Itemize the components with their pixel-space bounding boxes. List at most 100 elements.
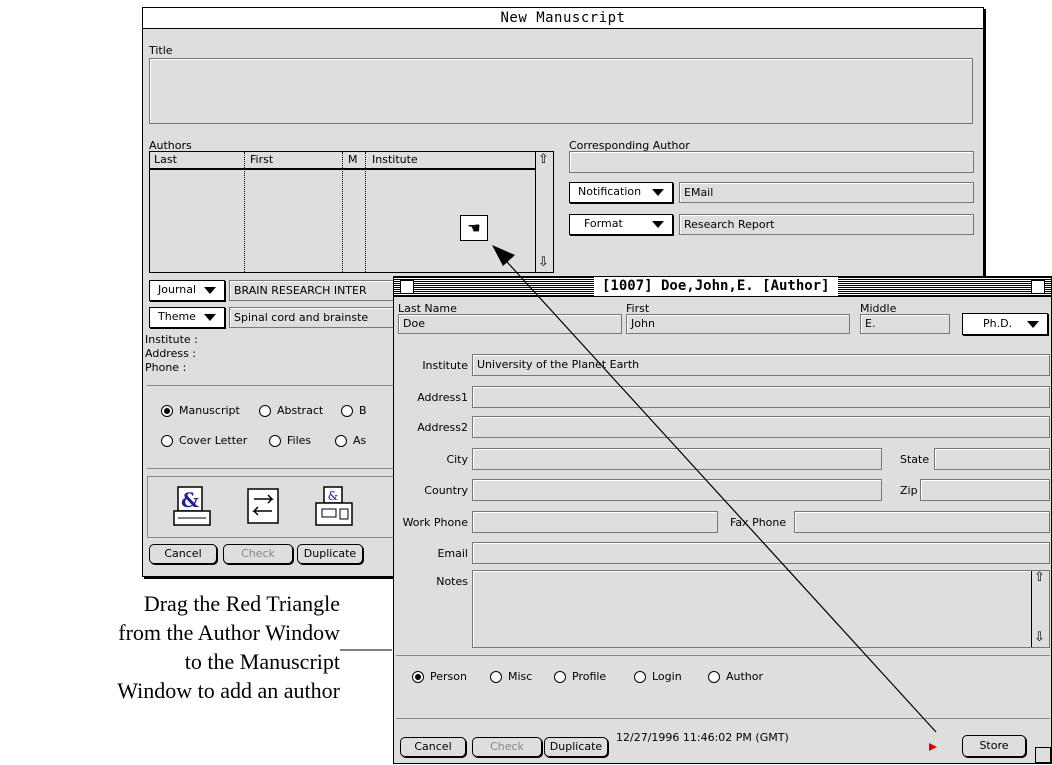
- format-popup[interactable]: Format: [569, 214, 673, 235]
- country-field[interactable]: [472, 479, 882, 501]
- column-divider: [342, 152, 343, 272]
- author-type-radio-group: Person Misc Profile Login Author: [396, 655, 1050, 719]
- notes-label: Notes: [436, 575, 468, 588]
- theme-popup[interactable]: Theme: [149, 307, 225, 328]
- city-field[interactable]: [472, 448, 882, 470]
- work-phone-field[interactable]: [472, 511, 718, 533]
- svg-text:&: &: [181, 488, 199, 512]
- caption-line-4: Window to add an author: [117, 678, 340, 703]
- city-label: City: [446, 453, 468, 466]
- timestamp: 12/27/1996 11:46:02 PM (GMT): [616, 731, 789, 744]
- radio-author[interactable]: Author: [708, 670, 763, 684]
- author-duplicate-button[interactable]: Duplicate: [544, 737, 608, 757]
- radio-b[interactable]: B: [341, 404, 367, 418]
- radio-person-label: Person: [430, 670, 467, 683]
- radio-manuscript[interactable]: Manuscript: [161, 404, 240, 418]
- radio-selected-icon: [161, 405, 173, 417]
- hand-cursor-icon: ☚: [460, 215, 488, 241]
- authors-scrollbar[interactable]: ⇧ ⇩: [535, 152, 553, 272]
- zoom-box-icon[interactable]: [1031, 280, 1045, 294]
- radio-empty-icon: [341, 405, 353, 417]
- chevron-down-icon: [204, 287, 216, 294]
- radio-empty-icon: [161, 435, 173, 447]
- degree-popup[interactable]: Ph.D.: [962, 313, 1048, 335]
- notes-scrollbar[interactable]: ⇧ ⇩: [1031, 571, 1049, 647]
- degree-popup-label: Ph.D.: [983, 317, 1013, 330]
- radio-author-label: Author: [726, 670, 764, 683]
- ampersand-printer-icon: &: [173, 486, 211, 526]
- fax-phone-field[interactable]: [794, 511, 1050, 533]
- radio-abstract[interactable]: Abstract: [259, 404, 323, 418]
- author-check-button[interactable]: Check: [472, 737, 542, 757]
- radio-cover-letter[interactable]: Cover Letter: [161, 434, 247, 448]
- chevron-down-icon: [1027, 321, 1039, 328]
- radio-person[interactable]: Person: [412, 670, 467, 684]
- radio-profile[interactable]: Profile: [554, 670, 606, 684]
- middle-name-field[interactable]: E.: [860, 314, 950, 334]
- transfer-arrows-icon: [247, 488, 279, 524]
- format-popup-label: Format: [584, 217, 623, 230]
- state-field[interactable]: [934, 448, 1050, 470]
- grow-box-icon[interactable]: [1035, 747, 1051, 763]
- radio-files[interactable]: Files: [269, 434, 311, 448]
- radio-login[interactable]: Login: [634, 670, 682, 684]
- state-label: State: [900, 453, 930, 466]
- manuscript-cancel-button[interactable]: Cancel: [149, 544, 217, 564]
- scroll-down-arrow-icon[interactable]: ⇩: [538, 256, 549, 270]
- column-m[interactable]: M: [348, 153, 358, 166]
- scroll-up-arrow-icon[interactable]: ⇧: [1034, 571, 1045, 587]
- close-box-icon[interactable]: [400, 280, 414, 294]
- email-field[interactable]: [472, 542, 1050, 564]
- notification-value-field[interactable]: EMail: [679, 182, 974, 203]
- manuscript-duplicate-button[interactable]: Duplicate: [297, 544, 363, 564]
- notes-field[interactable]: ⇧ ⇩: [472, 570, 1050, 648]
- drag-red-triangle-icon[interactable]: [929, 743, 937, 751]
- author-window-titlebar[interactable]: [1007] Doe,John,E. [Author]: [394, 277, 1051, 297]
- title-field[interactable]: [149, 58, 973, 124]
- theme-popup-label: Theme: [158, 310, 196, 323]
- institute-label: Institute: [422, 359, 468, 372]
- address-label: Address :: [145, 347, 197, 360]
- address1-label: Address1: [417, 391, 468, 404]
- institute-field[interactable]: University of the Planet Earth: [472, 354, 1050, 376]
- transfer-button[interactable]: [244, 485, 284, 529]
- chevron-down-icon: [652, 221, 664, 228]
- format-value-field[interactable]: Research Report: [679, 214, 974, 235]
- first-name-field[interactable]: John: [626, 314, 850, 334]
- manuscript-window-title[interactable]: New Manuscript: [143, 8, 983, 29]
- last-name-field[interactable]: Doe: [398, 314, 622, 334]
- corresponding-author-field[interactable]: [569, 151, 974, 173]
- column-institute[interactable]: Institute: [372, 153, 418, 166]
- fax-machine-icon: &: [315, 486, 353, 526]
- notification-popup[interactable]: Notification: [569, 182, 673, 203]
- manuscript-check-button[interactable]: Check: [223, 544, 293, 564]
- caption-line-1: Drag the Red Triangle: [143, 591, 340, 616]
- fax-button[interactable]: &: [314, 485, 354, 529]
- column-first[interactable]: First: [250, 153, 273, 166]
- address2-label: Address2: [417, 421, 468, 434]
- address1-field[interactable]: [472, 386, 1050, 408]
- radio-misc[interactable]: Misc: [490, 670, 532, 684]
- column-divider: [244, 152, 245, 272]
- journal-popup[interactable]: Journal: [149, 280, 225, 301]
- radio-empty-icon: [269, 435, 281, 447]
- scroll-down-arrow-icon[interactable]: ⇩: [1034, 629, 1045, 647]
- theme-value-field[interactable]: Spinal cord and brainste: [229, 307, 399, 328]
- radio-as-label: As: [353, 434, 367, 447]
- author-window-title: [1007] Doe,John,E. [Author]: [594, 277, 838, 296]
- radio-empty-icon: [335, 435, 347, 447]
- store-button[interactable]: Store: [962, 735, 1026, 757]
- authors-table[interactable]: Last First M Institute ⇧ ⇩ ☚: [149, 151, 554, 273]
- radio-empty-icon: [259, 405, 271, 417]
- email-send-button[interactable]: &: [172, 485, 212, 529]
- journal-value-field[interactable]: BRAIN RESEARCH INTER: [229, 280, 399, 301]
- zip-field[interactable]: [920, 479, 1050, 501]
- scroll-up-arrow-icon[interactable]: ⇧: [538, 153, 549, 167]
- svg-text:&: &: [328, 489, 339, 503]
- radio-b-label: B: [359, 404, 367, 417]
- radio-as[interactable]: As: [335, 434, 366, 448]
- journal-popup-label: Journal: [158, 283, 197, 296]
- address2-field[interactable]: [472, 416, 1050, 438]
- author-cancel-button[interactable]: Cancel: [400, 737, 466, 757]
- column-last[interactable]: Last: [154, 153, 177, 166]
